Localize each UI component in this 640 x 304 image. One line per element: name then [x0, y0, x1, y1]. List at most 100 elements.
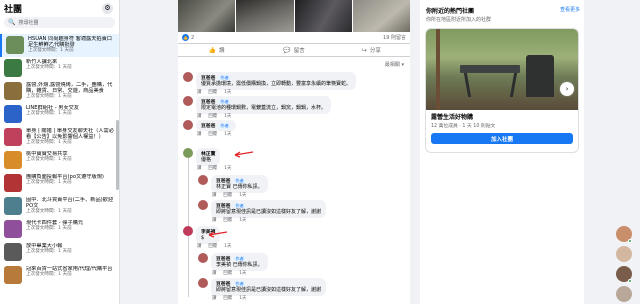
comment-reply-link[interactable]: 回覆	[208, 243, 217, 249]
comment-like-link[interactable]: 讚	[212, 192, 216, 198]
post-photo[interactable]	[352, 0, 410, 32]
search-icon: 🔍	[8, 19, 16, 26]
comment-sort[interactable]: 最相關 ▾	[178, 57, 410, 71]
contact-avatar[interactable]	[616, 286, 632, 302]
group-name[interactable]: 露營生活好物購	[426, 110, 578, 121]
group-text: 單身 | 關婚 | 單身交友聊天社（人需必看【公告】以免影響個人權益！） 上次發文…	[26, 128, 115, 146]
comment-like-link[interactable]: 讚	[197, 89, 201, 95]
comment-like-link[interactable]: 讚	[212, 270, 216, 276]
avatar[interactable]	[198, 253, 208, 263]
comment-reply-link[interactable]: 回覆	[208, 89, 217, 95]
comment-reply: 豆爸爸 作者 即將留意現佳訊是已讀沒如這樣好友了解，謝謝	[198, 278, 327, 296]
search-input[interactable]: 🔍 搜尋社團	[4, 17, 115, 28]
avatar[interactable]	[183, 148, 193, 158]
comment-reply-link[interactable]: 回覆	[223, 217, 232, 223]
group-text: 冠來百貨一站式省家用/代理/代購平台 上次發文時間：1 天前	[26, 266, 113, 278]
group-cover-image[interactable]	[426, 29, 578, 110]
comment-reply: 豆爸爸 作者 李美禎 已傳你私訊。	[198, 253, 268, 271]
comment-author[interactable]: 豆爸爸	[216, 255, 230, 262]
sidebar-group-item[interactable]: 冠來百貨一站式省家用/代理/代購平台 上次發文時間：1 天前	[0, 264, 119, 287]
comment-meta: 讚 回覆 1天	[197, 165, 231, 171]
comment-timestamp: 1天	[224, 244, 232, 249]
comment-count[interactable]: 19 則留言	[383, 34, 406, 41]
comment-author[interactable]: 林正寶	[201, 150, 215, 157]
suggested-group-card[interactable]: 露營生活好物購 12 萬位成員 · 1 天 10 則貼文 加入社團	[425, 28, 579, 153]
comment-author[interactable]: 豆爸爸	[201, 74, 215, 81]
comment-like-link[interactable]: 讚	[212, 217, 216, 223]
comment-like-link[interactable]: 讚	[197, 113, 201, 119]
group-list: HSUAN 同尚趣身符 客適露天拍賣口足生鮮鮮乙代購批發 上次發文時間：1 天前新…	[0, 34, 119, 287]
avatar[interactable]	[198, 278, 208, 288]
gear-icon[interactable]: ⚙	[102, 2, 113, 14]
sidebar-group-item[interactable]: 現代卡四件套 - 彈子購元 上次發文時間：1 天前	[0, 218, 119, 241]
comment-meta: 讚 回覆 1天	[212, 192, 246, 198]
group-thumbnail	[4, 151, 22, 169]
sidebar-group-item[interactable]: HSUAN 同尚趣身符 客適露天拍賣口足生鮮鮮乙代購批發 上次發文時間：1 天前	[0, 34, 119, 57]
comment-reply-link[interactable]: 回覆	[223, 295, 232, 301]
comment-author[interactable]: 豆爸爸	[216, 280, 230, 287]
comment-like-link[interactable]: 讚	[197, 165, 201, 171]
post-photo[interactable]	[236, 0, 294, 32]
avatar[interactable]	[198, 175, 208, 185]
suggestions-header: 你附近的熱門社團 查看更多	[420, 0, 584, 15]
avatar[interactable]	[198, 200, 208, 210]
group-name: 固中．北斗買賣平台(二手、新品)歡迎PO文	[26, 197, 114, 209]
comment-author[interactable]: 豆爸爸	[216, 177, 230, 184]
share-button[interactable]: ↪ 分享	[333, 46, 410, 55]
comment-bubble: 豆爸爸 作者 即將留意現佳訊是已讀沒如這樣好友了解，謝謝	[211, 200, 327, 218]
group-text: 新竹人課北來 上次發文時間：1 天前	[26, 59, 72, 71]
see-more-link[interactable]: 查看更多	[560, 6, 580, 15]
author-badge: 作者	[233, 255, 246, 262]
avatar[interactable]	[183, 226, 193, 236]
comment-author-row: 豆爸爸 作者	[216, 177, 263, 184]
comment-reply-link[interactable]: 回覆	[208, 165, 217, 171]
scrollbar[interactable]	[116, 120, 119, 190]
group-thumbnail	[4, 197, 22, 215]
comment-like-link[interactable]: 讚	[197, 131, 201, 137]
comment-author-row: 林正寶	[201, 150, 215, 157]
comment-reply-link[interactable]: 回覆	[208, 131, 217, 137]
comment-author[interactable]: 豆爸爸	[201, 122, 215, 129]
group-thumbnail	[4, 220, 22, 238]
sidebar-group-item[interactable]: 團購負面投報平台(po文遵守版規) 上次發文時間：1 天前	[0, 172, 119, 195]
comment-like-link[interactable]: 讚	[212, 295, 216, 301]
sidebar-group-item[interactable]: 新竹人課北來 上次發文時間：1 天前	[0, 57, 119, 80]
sidebar-group-item[interactable]: 固中．北斗買賣平台(二手、新品)歡迎PO文 上次發文時間：1 天前	[0, 195, 119, 218]
comment-text: 優質承擔環境，需低價購鍋換，立即轉動，豐富享永續的筆筷寶蛇。	[201, 81, 352, 87]
group-text: 團購負面投報平台(po文遵守版規) 上次發文時間：1 天前	[26, 174, 104, 186]
sidebar-group-item[interactable]: 單身 | 關婚 | 單身交友聊天社（人需必看【公告】以免影響個人權益！） 上次發文…	[0, 126, 119, 149]
sidebar-group-item[interactable]: 放中畢業大小報 上次發文時間：1 天前	[0, 241, 119, 264]
thumb-icon: 👍	[208, 46, 217, 54]
sidebar-group-item[interactable]: LINE群組社 - 男女交友 上次發文時間：1 天前	[0, 103, 119, 126]
avatar[interactable]	[183, 96, 193, 106]
post-photo[interactable]	[178, 0, 236, 32]
sidebar-group-item[interactable]: 桃中寶寶交易共享 上次發文時間：1 天前	[0, 149, 119, 172]
comment-reply-link[interactable]: 回覆	[208, 113, 217, 119]
comment-author[interactable]: 豆爸爸	[201, 98, 215, 105]
comment-author-row: 豆爸爸 作者	[216, 280, 321, 287]
avatar[interactable]	[183, 72, 193, 82]
avatar[interactable]	[183, 120, 193, 130]
group-last-post-time: 上次發文時間：1 天前	[26, 140, 72, 145]
suggested-groups-panel: 你附近的熱門社團 查看更多 你所在地區附近所加入的社群 露營生活好物購 12 萬…	[420, 0, 584, 304]
sidebar-header: 社團 ⚙	[0, 0, 119, 15]
share-label: 分享	[369, 48, 381, 54]
red-arrow-annotation	[234, 151, 254, 158]
comment-reply-link[interactable]: 回覆	[223, 192, 232, 198]
comment-author[interactable]: 豆爸爸	[216, 202, 230, 209]
post-photo[interactable]	[294, 0, 352, 32]
comment-reply-link[interactable]: 回覆	[223, 270, 232, 276]
comment-author-row: 豆爸爸 作者	[201, 122, 231, 129]
comment-bubble: 豆爸爸 作者 李美禎 已傳你私訊。	[211, 253, 268, 271]
comment-button[interactable]: 💬 留言	[255, 46, 332, 55]
like-summary[interactable]: 👍 2	[182, 34, 194, 41]
like-count: 2	[191, 34, 195, 41]
group-thumbnail	[4, 128, 22, 146]
chevron-right-icon[interactable]: ›	[560, 82, 574, 96]
sidebar-group-item[interactable]: 露營,外燴,露營燒烤，二手，團購，代購，雜貨、日常、交遊，商品美食 上次發文時間：…	[0, 80, 119, 103]
comment-like-link[interactable]: 讚	[197, 243, 201, 249]
group-last-post-time: 上次發文時間：1 天前	[28, 48, 74, 53]
join-group-button[interactable]: 加入社團	[431, 133, 573, 144]
like-button[interactable]: 👍 讚	[178, 46, 255, 55]
contact-avatar[interactable]	[616, 246, 632, 262]
